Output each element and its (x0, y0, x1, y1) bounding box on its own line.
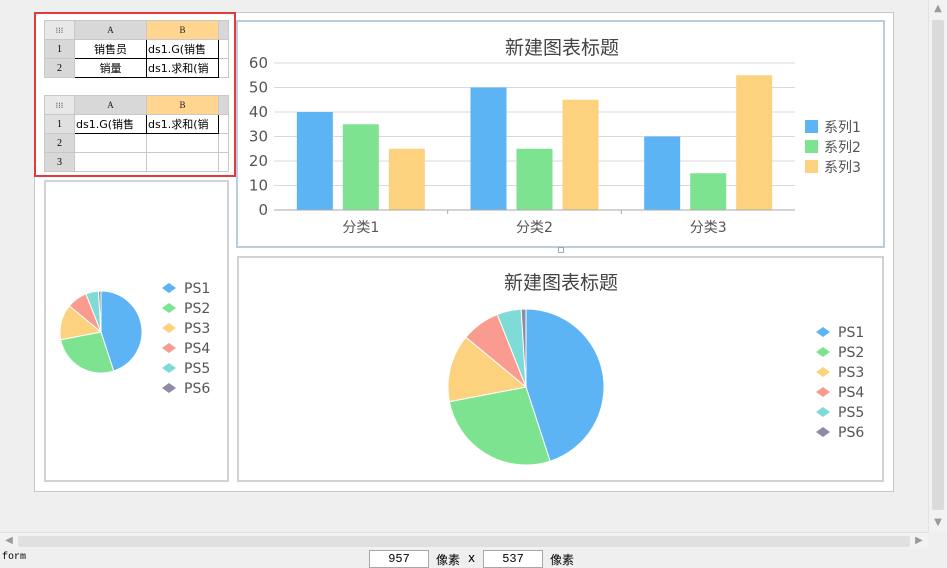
legend-label: PS5 (838, 405, 864, 421)
bar[interactable] (644, 136, 681, 211)
y-tick-label: 60 (249, 54, 268, 72)
mode-label: form (2, 552, 27, 563)
legend-swatch (805, 140, 818, 153)
scroll-thumb[interactable] (932, 20, 944, 510)
legend-label: 系列1 (824, 120, 861, 136)
legend-label: PS1 (838, 325, 864, 341)
legend-marker (162, 283, 176, 293)
legend-marker (162, 343, 176, 353)
selection-highlight (34, 12, 236, 177)
bar[interactable] (296, 112, 333, 210)
y-tick-label: 20 (249, 152, 268, 170)
bar-chart-panel[interactable]: 新建图表标题 0 10 20 30 40 50 60 分类1 分类2 分类3 系列1 系列2 系列3 (236, 20, 885, 248)
legend-marker (162, 363, 176, 373)
legend-marker (816, 347, 830, 357)
scroll-thumb[interactable] (18, 536, 910, 547)
status-bar: form 957 像素 x 537 像素 (0, 549, 947, 568)
x-tick-label: 分类3 (690, 220, 727, 236)
legend-label: PS3 (838, 365, 864, 381)
chart-title: 新建图表标题 (505, 37, 619, 59)
legend-marker (162, 383, 176, 393)
triangle-left-icon[interactable]: ◀ (4, 536, 14, 546)
y-tick-label: 0 (258, 201, 268, 219)
y-tick-label: 50 (249, 79, 268, 97)
triangle-up-icon[interactable]: ▲ (933, 4, 943, 14)
height-input[interactable]: 537 (483, 550, 543, 568)
legend-marker (162, 323, 176, 333)
legend-swatch (805, 120, 818, 133)
resize-handle[interactable] (558, 247, 564, 253)
legend-label: PS6 (838, 425, 864, 441)
legend-label: PS3 (184, 321, 210, 337)
vertical-scrollbar[interactable]: ▲ ▼ (928, 0, 947, 532)
legend-marker (816, 367, 830, 377)
legend-marker (816, 327, 830, 337)
bar[interactable] (690, 173, 727, 210)
x-tick-label: 分类1 (342, 220, 379, 236)
legend-label: PS1 (184, 281, 210, 297)
y-tick-label: 30 (249, 128, 268, 146)
y-tick-label: 10 (249, 177, 268, 195)
large-pie-chart: 新建图表标题 PS1 PS2 PS3 PS4 PS5 PS6 (447, 272, 864, 466)
y-tick-label: 40 (249, 103, 268, 121)
bar[interactable] (516, 148, 553, 210)
bar[interactable] (470, 87, 507, 211)
x-tick-label: 分类2 (516, 220, 553, 236)
separator-label: x (468, 551, 476, 565)
width-input[interactable]: 957 (369, 550, 429, 568)
legend-label: PS2 (838, 345, 864, 361)
legend-marker (162, 303, 176, 313)
horizontal-scrollbar[interactable]: ◀ ▶ (0, 532, 928, 550)
legend-marker (816, 427, 830, 437)
legend-label: PS4 (184, 341, 210, 357)
legend-label: 系列2 (824, 140, 861, 156)
small-pie-panel[interactable]: PS1 PS2 PS3 PS4 PS5 PS6 (44, 180, 229, 482)
legend-label: PS5 (184, 361, 210, 377)
bar[interactable] (736, 75, 773, 210)
legend-marker (816, 407, 830, 417)
small-pie-chart: PS1 PS2 PS3 PS4 PS5 PS6 (59, 281, 210, 397)
unit-label: 像素 (436, 553, 461, 567)
bar[interactable] (562, 99, 599, 210)
legend-label: 系列3 (824, 160, 861, 176)
legend-swatch (805, 160, 818, 173)
legend-label: PS4 (838, 385, 864, 401)
triangle-down-icon[interactable]: ▼ (933, 518, 943, 528)
triangle-right-icon[interactable]: ▶ (914, 536, 924, 546)
legend-marker (816, 387, 830, 397)
bar-chart: 新建图表标题 0 10 20 30 40 50 60 分类1 分类2 分类3 系列1 系列2 系列3 (249, 37, 861, 236)
bar[interactable] (342, 124, 379, 210)
unit-label: 像素 (550, 553, 575, 567)
legend-label: PS2 (184, 301, 210, 317)
large-pie-panel[interactable]: 新建图表标题 PS1 PS2 PS3 PS4 PS5 PS6 (237, 256, 884, 482)
chart-title: 新建图表标题 (504, 272, 618, 294)
legend-label: PS6 (184, 381, 210, 397)
bar[interactable] (388, 148, 425, 210)
